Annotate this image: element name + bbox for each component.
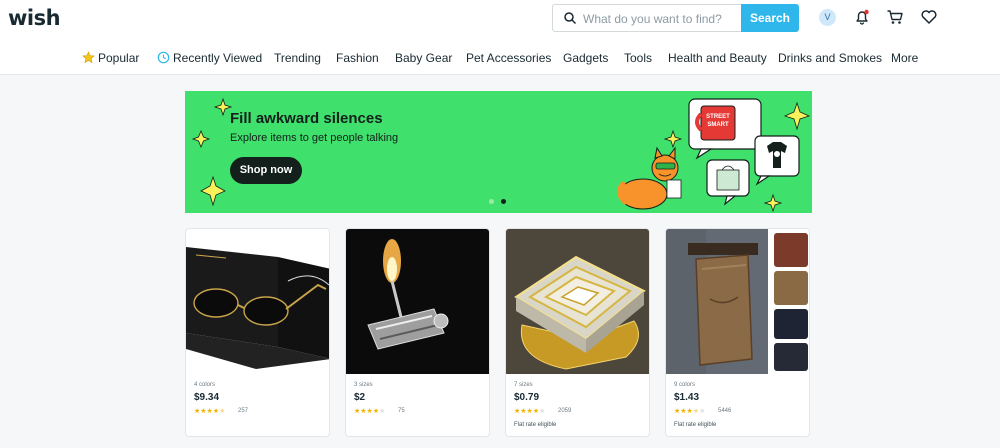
- product-card[interactable]: 4 colors $9.34 ★★★★★ 257: [185, 228, 330, 437]
- product-card[interactable]: 9 colors $1.43 ★★★★★ 5446 Flat rate elig…: [665, 228, 810, 437]
- nav-item-trending[interactable]: Trending: [274, 48, 321, 68]
- wish-logo[interactable]: wish: [8, 6, 61, 30]
- rating-stars: ★★★★★: [354, 408, 386, 415]
- nav-item-drinks-and-smokes[interactable]: Drinks and Smokes: [778, 48, 882, 68]
- avatar[interactable]: V: [819, 9, 836, 26]
- match-lighter-image: [346, 229, 489, 374]
- nav-item-more[interactable]: More: [891, 48, 918, 68]
- heart-icon[interactable]: [920, 8, 938, 26]
- banner-illustration: STREET SMART: [617, 98, 800, 210]
- sunglasses-image: [186, 229, 329, 374]
- top-bar: wish Search V Popular Recently: [0, 0, 1000, 75]
- review-count: 5446: [718, 408, 732, 414]
- review-count: 257: [238, 408, 249, 414]
- nav-item-fashion[interactable]: Fashion: [336, 48, 379, 68]
- shipping-label: Flat rate eligible: [514, 422, 557, 428]
- shipping-label: Flat rate eligible: [674, 422, 717, 428]
- star-icon: [82, 51, 95, 64]
- rating-stars: ★★★★★: [194, 408, 226, 415]
- product-price: $2: [354, 392, 366, 403]
- product-price: $1.43: [674, 392, 700, 403]
- banner-subtitle: Explore items to get people talking: [230, 132, 399, 144]
- nav-item-pet-accessories[interactable]: Pet Accessories: [466, 48, 551, 68]
- search-input[interactable]: [581, 5, 743, 33]
- mug-text-line-2: SMART: [707, 122, 729, 128]
- shop-now-button[interactable]: Shop now: [230, 157, 302, 184]
- product-card[interactable]: 7 sizes $0.79 ★★★★★ 2059 Flat rate eligi…: [505, 228, 650, 437]
- review-count: 2059: [558, 408, 572, 414]
- rating-stars: ★★★★★: [514, 408, 546, 415]
- bell-icon[interactable]: [853, 8, 871, 26]
- product-card[interactable]: 3 sizes $2 ★★★★★ 75: [345, 228, 490, 437]
- nav-item-health-and-beauty[interactable]: Health and Beauty: [668, 48, 767, 68]
- carousel-dot-1[interactable]: [489, 199, 494, 204]
- nav-label: Popular: [98, 51, 140, 65]
- leather-phone-holster-image: [666, 229, 809, 374]
- nav-item-gadgets[interactable]: Gadgets: [563, 48, 608, 68]
- nav-item-popular[interactable]: Popular: [82, 48, 139, 68]
- review-count: 75: [398, 408, 405, 414]
- search-icon: [564, 12, 577, 25]
- nav-item-recently-viewed[interactable]: Recently Viewed: [157, 48, 262, 68]
- rating-stars: ★★★★★: [674, 408, 706, 415]
- variant-count: 4 colors: [194, 382, 216, 388]
- search-button[interactable]: Search: [741, 4, 799, 32]
- banner-title: Fill awkward silences: [230, 110, 383, 127]
- carousel-dot-2[interactable]: [501, 199, 506, 204]
- product-price: $0.79: [514, 392, 540, 403]
- variant-count: 9 colors: [674, 382, 696, 388]
- clock-icon: [157, 51, 170, 64]
- nav-label: Recently Viewed: [173, 51, 263, 65]
- cart-icon[interactable]: [886, 8, 904, 26]
- variant-count: 7 sizes: [514, 382, 533, 388]
- nav-item-baby-gear[interactable]: Baby Gear: [395, 48, 452, 68]
- promo-banner[interactable]: Fill awkward silences Explore items to g…: [185, 91, 812, 213]
- gold-ring-image: [506, 229, 649, 374]
- variant-count: 3 sizes: [354, 382, 373, 388]
- product-price: $9.34: [194, 392, 220, 403]
- mug-text-line-1: STREET: [706, 114, 730, 120]
- category-nav: Popular Recently Viewed Trending Fashion…: [0, 48, 1000, 68]
- search-bar: Search: [552, 4, 799, 33]
- nav-item-tools[interactable]: Tools: [624, 48, 652, 68]
